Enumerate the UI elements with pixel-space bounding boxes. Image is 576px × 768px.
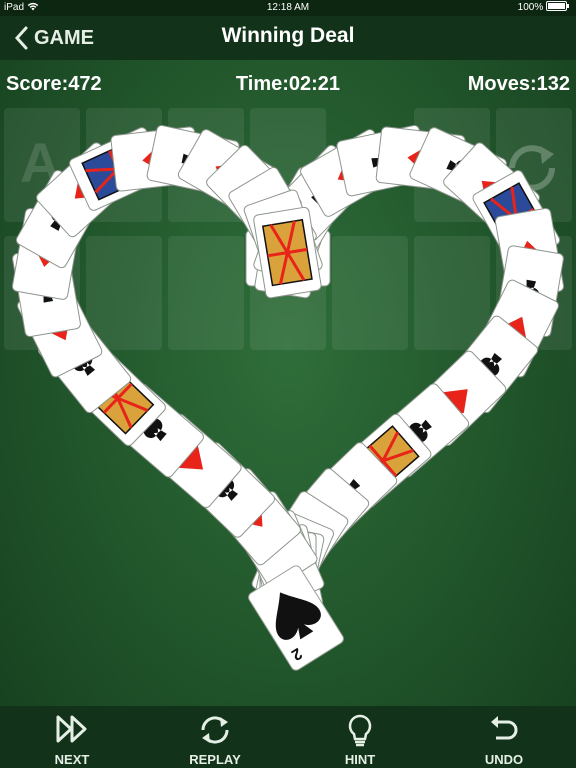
undo-label: UNDO xyxy=(484,752,524,767)
undo-icon xyxy=(491,716,518,740)
next-button[interactable]: NEXT xyxy=(17,706,127,768)
replay-icon xyxy=(201,716,229,744)
bottom-toolbar: NEXT REPLAY HINT UNDO xyxy=(0,706,576,768)
replay-label: REPLAY xyxy=(189,752,241,767)
hint-label: HINT xyxy=(344,752,376,767)
lightbulb-icon xyxy=(348,714,372,747)
fast-forward-icon xyxy=(56,715,87,743)
next-label: NEXT xyxy=(54,752,90,767)
replay-button[interactable]: REPLAY xyxy=(160,706,270,768)
hint-button[interactable]: HINT xyxy=(305,706,415,768)
undo-button[interactable]: UNDO xyxy=(449,706,559,768)
winning-heart-cards: 2 xyxy=(11,125,565,671)
